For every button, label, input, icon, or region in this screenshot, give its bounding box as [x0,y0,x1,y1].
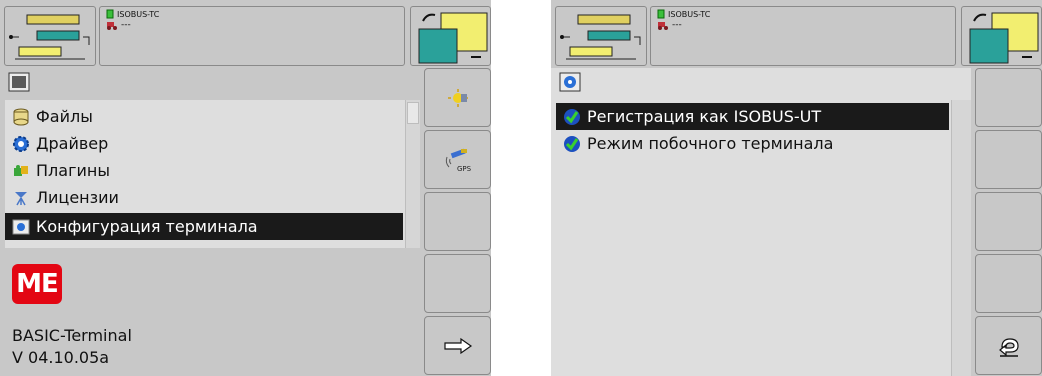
softkey-column [975,68,1042,376]
section-control-icon [418,12,488,64]
task-controller-header[interactable]: ISOBUS-TC --- [99,6,405,66]
menu-item-label: Плагины [36,161,110,180]
tractor-icon [107,22,117,30]
machine-layout-icon [560,14,641,60]
softkey-next[interactable] [424,316,491,375]
menu-item-files[interactable]: Файлы [5,103,403,130]
softkey-gps[interactable]: GPS [424,130,491,189]
softkey-back[interactable] [975,316,1042,375]
task-file-icon [106,9,114,19]
me-logo: ME [12,264,62,304]
softkey-empty-1[interactable] [975,68,1042,127]
machine-layout-icon-button[interactable] [555,6,647,66]
task-sub-label: --- [672,20,682,30]
arrow-right-icon [443,337,472,354]
menu-item-label: Режим побочного терминала [587,134,834,153]
terminal-config-icon [8,72,30,92]
terminal-info-panel: ME BASIC-Terminal V 04.10.05a [0,248,420,376]
menu-item-label: Файлы [36,107,93,126]
section-control-icon [969,12,1039,64]
machine-layout-icon-button[interactable] [4,6,96,66]
section-control-button[interactable] [961,6,1042,66]
check-icon [564,108,580,125]
softkey-empty-4[interactable] [975,254,1042,313]
scrollbar[interactable] [951,100,971,376]
menu-item-plugins[interactable]: Плагины [5,157,403,184]
terminal-config-icon [12,219,30,234]
task-file-icon [657,9,665,19]
tractor-icon [658,22,668,30]
brightness-icon [447,88,468,107]
softkey-empty-3[interactable] [975,192,1042,251]
task-sub-label: --- [121,20,131,30]
task-label: ISOBUS-TC [668,9,711,19]
back-icon [998,337,1019,357]
content-area: Регистрация как ISOBUS-UT Режим побочног… [551,68,971,376]
check-icon [564,135,580,152]
menu-item-label: Регистрация как ISOBUS-UT [587,107,822,126]
menu-item-driver[interactable]: Драйвер [5,130,403,157]
softkey-brightness[interactable] [424,68,491,127]
menu-item-terminal-config[interactable]: Конфигурация терминала [5,213,403,240]
database-icon [13,108,29,125]
svg-text:GPS: GPS [457,165,472,173]
menu-item-register-isobus-ut[interactable]: Регистрация как ISOBUS-UT [556,103,949,130]
menu-item-label: Конфигурация терминала [36,217,258,236]
task-controller-header[interactable]: ISOBUS-TC --- [650,6,956,66]
machine-layout-icon [9,14,90,60]
menu-item-label: Драйвер [36,134,109,153]
section-control-button[interactable] [410,6,491,66]
terminal-screen-right: ISOBUS-TC --- Регистрация как ISOBUS-UT … [551,0,1042,376]
version-text: V 04.10.05a [12,348,110,367]
gps-icon: GPS [445,148,472,173]
softkey-empty-2[interactable] [424,254,491,313]
terminal-screen-left: ISOBUS-TC --- Файлы Драйвер Плагины Лице… [0,0,491,376]
puzzle-icon [14,164,28,176]
menu-item-licenses[interactable]: Лицензии [5,184,403,211]
product-name: BASIC-Terminal [12,326,132,345]
menu-item-label: Лицензии [36,188,119,207]
softkey-column: GPS [424,68,491,376]
terminal-config-icon [559,72,581,92]
menu-item-secondary-terminal-mode[interactable]: Режим побочного терминала [556,130,949,157]
gear-icon [13,135,29,152]
scrollbar-thumb[interactable] [407,102,419,124]
content-area: Файлы Драйвер Плагины Лицензии Конфигура… [0,68,420,376]
softkey-empty-1[interactable] [424,192,491,251]
task-label: ISOBUS-TC [117,9,160,19]
license-icon [15,191,27,205]
softkey-empty-2[interactable] [975,130,1042,189]
